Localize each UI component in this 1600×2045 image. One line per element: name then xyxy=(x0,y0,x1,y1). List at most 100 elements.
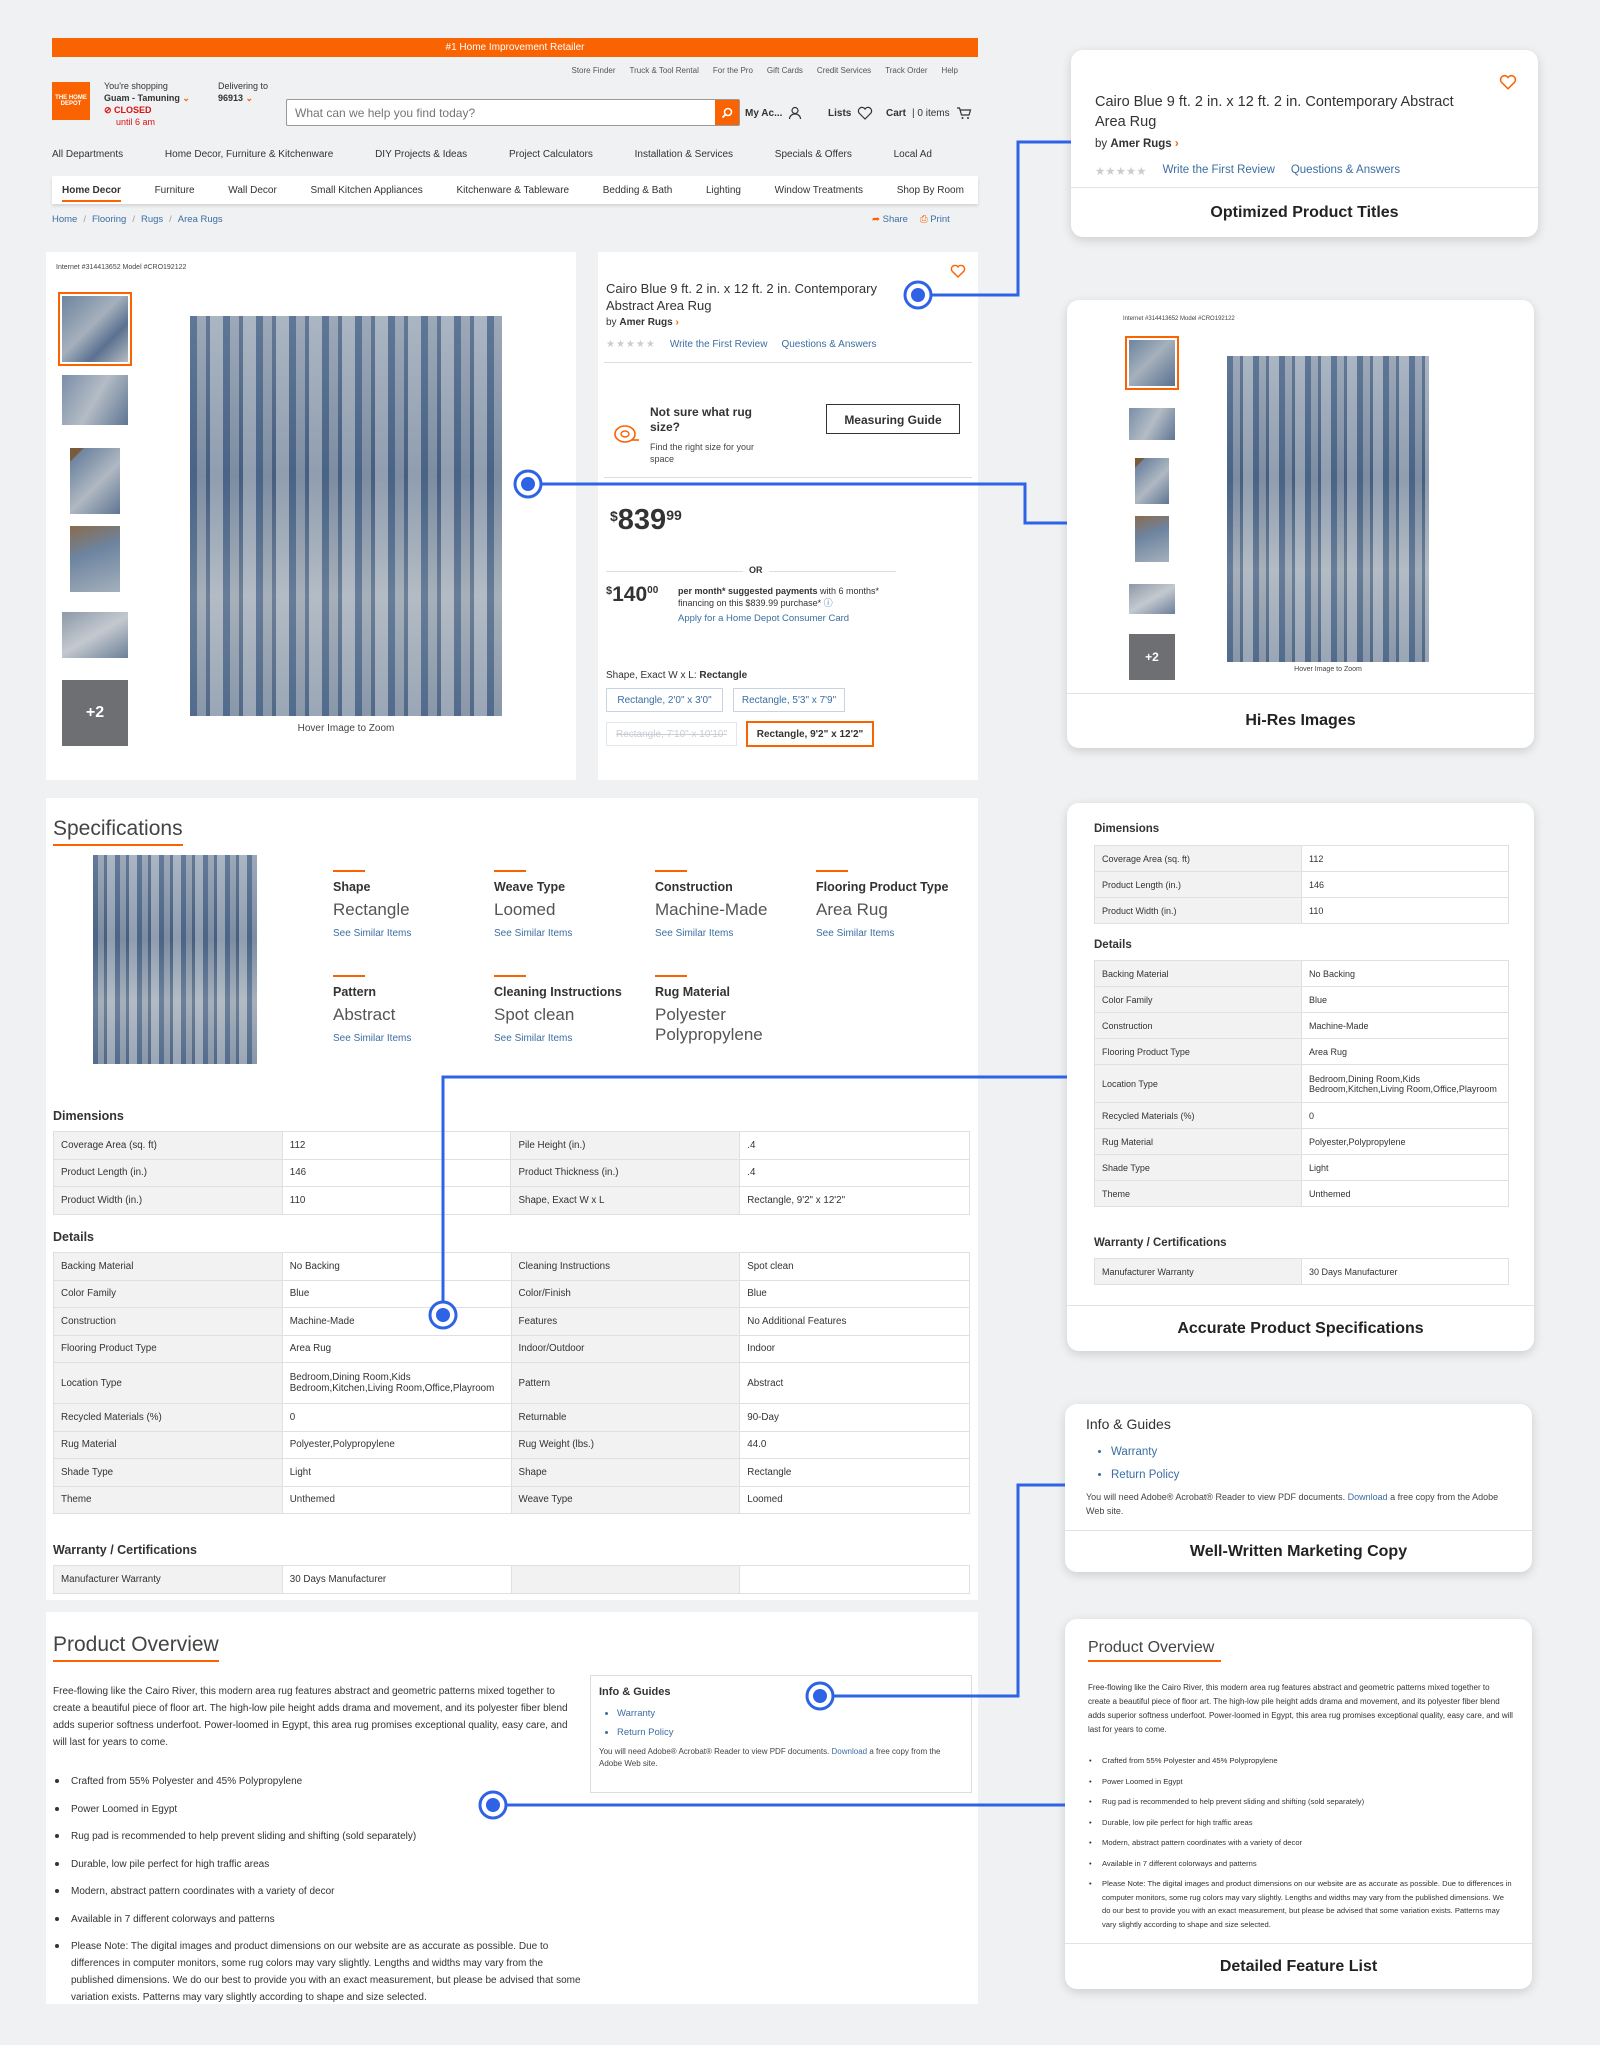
size-option-7x10-unavailable[interactable]: Rectangle, 7'10" x 10'10" xyxy=(606,722,737,746)
download-link[interactable]: Download xyxy=(832,1747,868,1756)
utility-link[interactable]: For the Pro xyxy=(713,66,753,80)
utility-link[interactable]: Truck & Tool Rental xyxy=(630,66,699,80)
brand-link[interactable]: Amer Rugs xyxy=(619,317,672,328)
return-policy-link[interactable]: Return Policy xyxy=(617,1723,674,1742)
spec-key: Returnable xyxy=(510,1403,741,1432)
spec-value: Light xyxy=(1301,1154,1509,1181)
table-row: Product Length (in.) 146 xyxy=(1094,871,1509,898)
see-similar-link[interactable]: See Similar Items xyxy=(494,928,644,939)
see-similar-link[interactable]: See Similar Items xyxy=(494,1033,644,1044)
secondary-nav-item[interactable]: Bedding & Bath xyxy=(603,185,673,196)
breadcrumb-link[interactable]: Home xyxy=(52,214,77,225)
store-selector[interactable]: You're shopping Guam - Tamuning ⌄ ⊘ CLOS… xyxy=(104,80,214,128)
table-row: Theme Unthemed Weave Type Loomed xyxy=(53,1485,970,1514)
spec-key: Product Length (in.) xyxy=(1094,871,1302,898)
gallery-thumbnail[interactable] xyxy=(62,612,128,658)
price-cents: 99 xyxy=(666,507,682,523)
print-button[interactable]: ⎙ Print xyxy=(920,214,950,225)
secondary-nav-item[interactable]: Shop By Room xyxy=(897,185,964,196)
my-account-button[interactable]: My Ac... xyxy=(745,106,802,120)
spec-attribute-name: Flooring Product Type xyxy=(816,880,949,894)
primary-nav: All Departments Home Decor, Furniture & K… xyxy=(52,149,978,165)
spec-value: Bedroom,Dining Room,Kids Bedroom,Kitchen… xyxy=(281,1362,512,1404)
secondary-nav-item[interactable]: Small Kitchen Appliances xyxy=(310,185,422,196)
pdf-note: You will need Adobe® Acrobat® Reader to … xyxy=(599,1747,941,1768)
see-similar-link[interactable]: See Similar Items xyxy=(655,928,805,939)
spec-value: 0 xyxy=(1301,1102,1509,1129)
primary-nav-item[interactable]: All Departments xyxy=(52,149,123,165)
secondary-nav-item[interactable]: Kitchenware & Tableware xyxy=(456,185,569,196)
primary-nav-item[interactable]: Specials & Offers xyxy=(775,149,852,165)
more-images-button[interactable]: +2 xyxy=(62,680,128,746)
spec-key: Location Type xyxy=(1094,1064,1302,1103)
utility-link[interactable]: Track Order xyxy=(885,66,927,80)
primary-nav-item[interactable]: Project Calculators xyxy=(509,149,593,165)
size-option-2x3[interactable]: Rectangle, 2'0" x 3'0" xyxy=(606,688,723,712)
secondary-nav-item[interactable]: Window Treatments xyxy=(775,185,863,196)
hover-zoom-hint: Hover Image to Zoom xyxy=(297,723,395,734)
callout-card-specs: Dimensions Coverage Area (sq. ft) 112 Prod… xyxy=(1067,803,1534,1351)
spec-value: 146 xyxy=(281,1158,512,1187)
spec-value: 0 xyxy=(281,1403,512,1432)
search-button[interactable] xyxy=(715,100,739,125)
breadcrumb-link[interactable]: Rugs xyxy=(141,214,163,225)
user-icon xyxy=(789,106,802,120)
spec-value: Blue xyxy=(281,1279,512,1308)
utility-link[interactable]: Credit Services xyxy=(817,66,871,80)
spec-attribute: Weave Type Loomed See Similar Items xyxy=(494,870,644,939)
primary-nav-item[interactable]: DIY Projects & Ideas xyxy=(375,149,467,165)
utility-link[interactable]: Help xyxy=(942,66,958,80)
table-row: Construction Machine-Made xyxy=(1094,1012,1509,1039)
divider xyxy=(604,362,972,363)
apply-card-link[interactable]: Apply for a Home Depot Consumer Card xyxy=(678,613,849,624)
see-similar-link[interactable]: See Similar Items xyxy=(333,1033,483,1044)
spec-attribute-name: Shape xyxy=(333,880,371,894)
spec-key: Recycled Materials (%) xyxy=(1094,1102,1302,1129)
see-similar-link[interactable]: See Similar Items xyxy=(333,928,483,939)
breadcrumb-link[interactable]: Area Rugs xyxy=(178,214,223,225)
spec-key: Manufacturer Warranty xyxy=(53,1565,283,1594)
main-product-image[interactable] xyxy=(190,316,502,716)
primary-nav-item[interactable]: Installation & Services xyxy=(635,149,733,165)
write-review-link[interactable]: Write the First Review xyxy=(670,339,768,350)
utility-link[interactable]: Store Finder xyxy=(571,66,615,80)
warranty-table: Manufacturer Warranty 30 Days Manufacture… xyxy=(53,1565,970,1594)
info-icon[interactable]: ⓘ xyxy=(824,598,833,608)
bullet-icon: • xyxy=(1089,1817,1092,1827)
share-print: ➦ Share ⎙ Print xyxy=(872,214,950,225)
spec-value: No Backing xyxy=(281,1252,512,1281)
secondary-nav-item[interactable]: Furniture xyxy=(155,185,195,196)
spec-value: 112 xyxy=(1301,845,1509,872)
secondary-nav-item[interactable]: Wall Decor xyxy=(228,185,277,196)
delivery-zip[interactable]: Delivering to 96913 ⌄ xyxy=(218,80,278,104)
spec-key: Recycled Materials (%) xyxy=(53,1403,283,1432)
lists-button[interactable]: Lists xyxy=(828,106,873,120)
cart-button[interactable]: Cart | 0 items xyxy=(886,106,972,120)
spec-key: Theme xyxy=(53,1485,283,1514)
questions-answers-link[interactable]: Questions & Answers xyxy=(781,339,876,350)
spec-attribute-value: Polyester Polypropylene xyxy=(655,1005,763,1044)
gallery-thumbnail[interactable] xyxy=(70,526,120,592)
measuring-guide-button[interactable]: Measuring Guide xyxy=(826,404,960,434)
search-input[interactable] xyxy=(287,100,715,125)
spec-attribute-value: Machine-Made xyxy=(655,900,768,919)
search-icon xyxy=(721,107,733,118)
warranty-link[interactable]: Warranty xyxy=(617,1704,674,1723)
breadcrumb-link[interactable]: Flooring xyxy=(92,214,126,225)
size-option-5x7[interactable]: Rectangle, 5'3" x 7'9" xyxy=(733,688,845,712)
home-depot-logo[interactable]: THE HOME DEPOT xyxy=(52,82,90,120)
gallery-thumbnail[interactable] xyxy=(58,292,132,366)
primary-nav-item[interactable]: Home Decor, Furniture & Kitchenware xyxy=(165,149,333,165)
favorite-heart-icon[interactable] xyxy=(950,264,966,278)
primary-nav-item[interactable]: Local Ad xyxy=(894,149,932,165)
size-option-9x12-selected[interactable]: Rectangle, 9'2" x 12'2" xyxy=(746,721,874,747)
share-button[interactable]: ➦ Share xyxy=(872,214,908,225)
see-similar-link[interactable]: See Similar Items xyxy=(816,928,966,939)
spec-value: 112 xyxy=(281,1131,512,1160)
gallery-thumbnail[interactable] xyxy=(70,448,120,514)
secondary-nav-item[interactable]: Home Decor xyxy=(62,185,121,202)
gallery-thumbnail[interactable] xyxy=(62,375,128,425)
utility-link[interactable]: Gift Cards xyxy=(767,66,803,80)
secondary-nav-item[interactable]: Lighting xyxy=(706,185,741,196)
spec-value: 110 xyxy=(1301,897,1509,924)
